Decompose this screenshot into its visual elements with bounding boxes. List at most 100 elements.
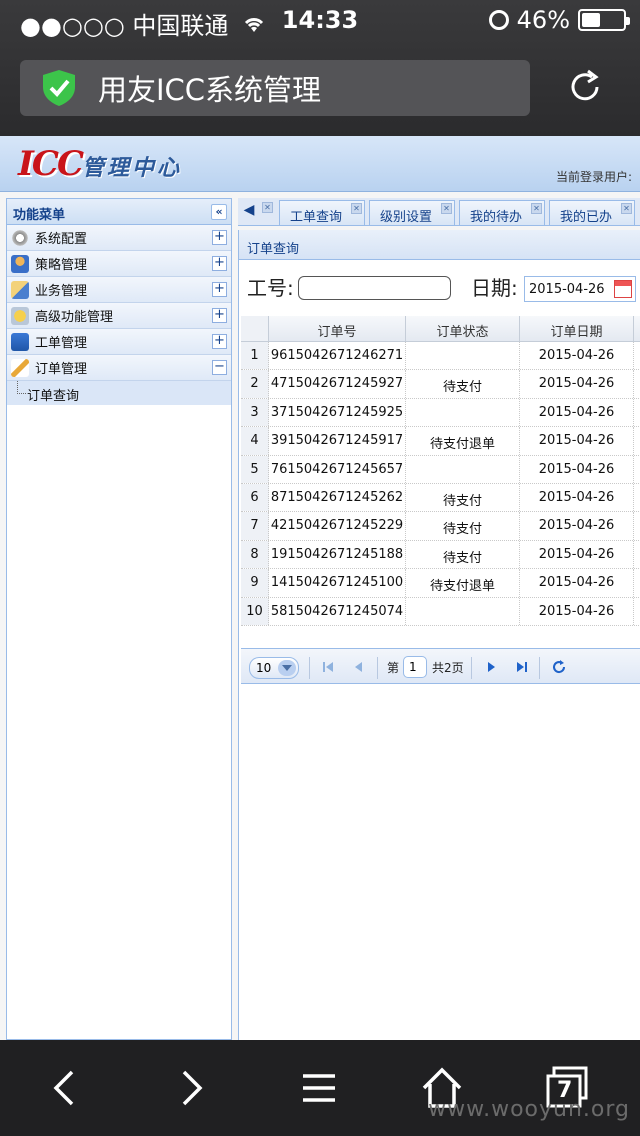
page-total: 共2页 xyxy=(432,661,464,675)
row-overflow xyxy=(634,541,640,568)
close-icon[interactable]: ✕ xyxy=(531,203,542,214)
table-row[interactable]: 8 1915042671245188 待支付 2015-04-26 xyxy=(241,540,640,570)
table-row[interactable]: 1 9615042671246271 2015-04-26 xyxy=(241,342,640,371)
row-number: 8 xyxy=(241,540,269,569)
page-size-value: 10 xyxy=(256,661,272,675)
pager: 10 第 1 共2页 xyxy=(241,648,640,684)
status-right: 46% xyxy=(488,6,630,34)
menu-header: 功能菜单 « xyxy=(7,199,231,225)
battery-icon xyxy=(578,9,630,31)
menu-item-label: 订单管理 xyxy=(35,362,88,377)
prev-page-icon[interactable] xyxy=(351,660,365,674)
tab-level-settings[interactable]: 级别设置 ✕ xyxy=(369,200,455,225)
menu-item-label: 系统配置 xyxy=(35,232,88,247)
page-number-input[interactable]: 1 xyxy=(403,656,427,678)
row-number: 3 xyxy=(241,398,269,427)
order-date-cell: 2015-04-26 xyxy=(520,370,634,398)
order-no-cell: 3715042671245925 xyxy=(269,398,406,427)
collapse-menu-button[interactable]: « xyxy=(211,204,227,220)
page-prefix: 第 xyxy=(387,661,400,675)
expand-icon[interactable]: + xyxy=(212,334,227,349)
pager-divider xyxy=(471,657,472,679)
next-page-icon[interactable] xyxy=(485,660,499,674)
menu-item-order[interactable]: 订单管理 − xyxy=(7,355,231,381)
table-row[interactable]: 4 3915042671245917 待支付退单 2015-04-26 xyxy=(241,427,640,456)
tab-workorder-query[interactable]: 工单查询 ✕ xyxy=(279,200,365,225)
order-no-cell: 7615042671245657 xyxy=(269,455,406,483)
tab-scroll-left-icon[interactable]: ◀ xyxy=(240,202,258,222)
table-row[interactable]: 5 7615042671245657 2015-04-26 xyxy=(241,455,640,484)
row-number: 1 xyxy=(241,342,269,370)
tab-label: 我的待办 xyxy=(470,210,523,225)
close-icon[interactable]: ✕ xyxy=(262,202,273,213)
table-row[interactable]: 10 5815042671245074 2015-04-26 xyxy=(241,597,640,626)
order-no-cell: 1415042671245100 xyxy=(269,569,406,597)
sub-item-label: 订单查询 xyxy=(27,389,80,404)
expand-icon[interactable]: + xyxy=(212,308,227,323)
tab-my-done[interactable]: 我的已办 ✕ xyxy=(549,200,635,225)
close-icon[interactable]: ✕ xyxy=(441,203,452,214)
order-date-cell: 2015-04-26 xyxy=(520,597,634,625)
order-status-cell: 待支付 xyxy=(406,540,520,569)
tab-label: 级别设置 xyxy=(380,210,433,225)
order-query-panel: 订单查询 工号: 日期: 2015-04-26 订单号 订单状态 订单日期 1 9… xyxy=(238,230,640,1040)
row-overflow xyxy=(634,342,640,369)
column-header[interactable]: 订单日期 xyxy=(520,316,634,341)
date-value: 2015-04-26 xyxy=(529,282,605,297)
row-number: 7 xyxy=(241,512,269,540)
row-overflow xyxy=(634,456,640,483)
document-icon xyxy=(11,280,29,299)
search-form: 工号: 日期: 2015-04-26 xyxy=(239,260,640,314)
order-status-cell: 待支付退单 xyxy=(406,427,520,455)
menu-item-business[interactable]: 业务管理 + xyxy=(7,277,231,303)
grid-header: 订单号 订单状态 订单日期 xyxy=(241,316,640,342)
table-row[interactable]: 6 8715042671245262 待支付 2015-04-26 xyxy=(241,483,640,513)
battery-percent: 46% xyxy=(516,6,570,34)
reload-icon[interactable] xyxy=(566,68,604,106)
order-date-cell: 2015-04-26 xyxy=(520,569,634,597)
row-number: 4 xyxy=(241,427,269,455)
expand-icon[interactable]: + xyxy=(212,256,227,271)
table-row[interactable]: 9 1415042671245100 待支付退单 2015-04-26 xyxy=(241,569,640,598)
expand-icon[interactable]: + xyxy=(212,282,227,297)
login-user-label: 当前登录用户: xyxy=(555,170,632,184)
menu-item-advanced[interactable]: 高级功能管理 + xyxy=(7,303,231,329)
date-label: 日期: xyxy=(471,276,518,300)
order-date-cell: 2015-04-26 xyxy=(520,342,634,370)
collapse-icon[interactable]: − xyxy=(212,360,227,375)
table-row[interactable]: 2 4715042671245927 待支付 2015-04-26 xyxy=(241,370,640,399)
table-row[interactable]: 7 4215042671245229 待支付 2015-04-26 xyxy=(241,512,640,541)
expand-icon[interactable]: + xyxy=(212,230,227,245)
sub-item-order-query[interactable]: 订单查询 xyxy=(7,381,231,405)
menu-icon[interactable] xyxy=(295,1064,343,1112)
first-page-icon[interactable] xyxy=(321,660,335,674)
refresh-icon[interactable] xyxy=(552,660,566,674)
calendar-icon[interactable] xyxy=(614,280,632,298)
last-page-icon[interactable] xyxy=(515,660,529,674)
close-icon[interactable]: ✕ xyxy=(621,203,632,214)
forward-icon[interactable] xyxy=(168,1064,216,1112)
panel-title: 订单查询 xyxy=(239,230,640,260)
column-header[interactable]: 订单号 xyxy=(269,316,406,341)
menu-item-system-config[interactable]: 系统配置 + xyxy=(7,225,231,251)
pencil-icon xyxy=(11,358,29,377)
row-number: 6 xyxy=(241,483,269,512)
column-header[interactable]: 订单状态 xyxy=(406,316,520,341)
page-size-select[interactable]: 10 xyxy=(249,657,299,679)
row-overflow xyxy=(634,569,640,596)
date-input[interactable]: 2015-04-26 xyxy=(524,276,636,302)
menu-item-workorder[interactable]: 工单管理 + xyxy=(7,329,231,355)
menu-item-strategy[interactable]: 策略管理 + xyxy=(7,251,231,277)
back-icon[interactable] xyxy=(40,1064,88,1112)
app-banner: ICC 管理中心 当前登录用户: xyxy=(0,136,640,192)
close-icon[interactable]: ✕ xyxy=(351,203,362,214)
menu-item-label: 工单管理 xyxy=(35,336,88,351)
address-bar[interactable]: 用友ICC系统管理 xyxy=(20,60,530,116)
order-date-cell: 2015-04-26 xyxy=(520,512,634,540)
table-row[interactable]: 3 3715042671245925 2015-04-26 xyxy=(241,398,640,428)
tab-my-todo[interactable]: 我的待办 ✕ xyxy=(459,200,545,225)
row-overflow xyxy=(634,370,640,397)
order-status-cell: 待支付 xyxy=(406,512,520,540)
job-no-input[interactable] xyxy=(298,276,451,300)
pager-divider xyxy=(539,657,540,679)
